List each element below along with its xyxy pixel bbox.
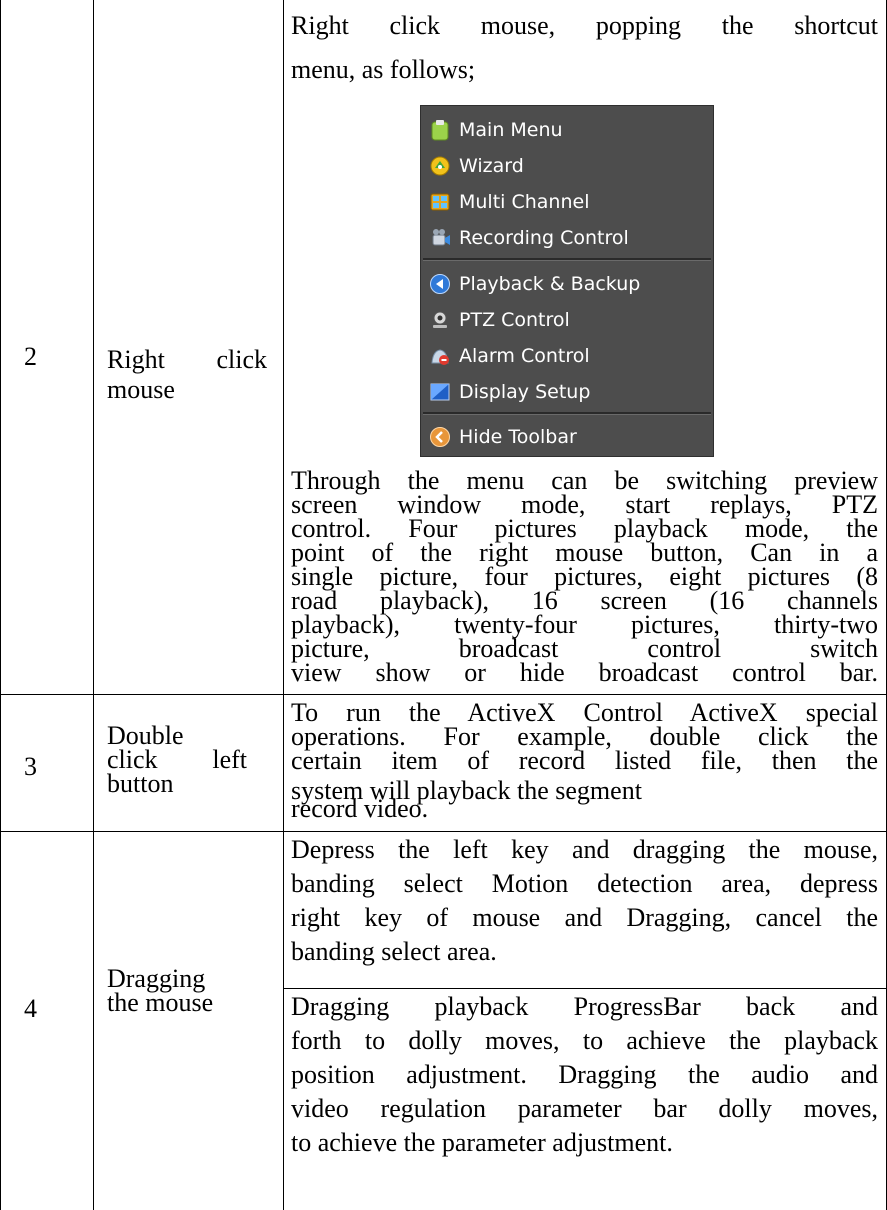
menu-item-label: Wizard (459, 155, 524, 177)
recording-icon (432, 229, 450, 246)
alarm-icon (431, 349, 449, 365)
clipboard-icon (431, 120, 449, 141)
menu-item-label: Recording Control (459, 227, 629, 249)
intro-line: Right click mouse, popping the shortcut (291, 11, 878, 40)
menu-item-alarm-control[interactable]: Alarm Control (429, 338, 709, 374)
menu-item-label: Main Menu (459, 119, 563, 141)
menu-item-main-menu[interactable]: Main Menu (429, 112, 709, 148)
description-line: view show or hide broadcast control bar. (291, 658, 878, 687)
ptz-camera-icon (433, 311, 447, 328)
menu-item-ptz-control[interactable]: PTZ Control (429, 302, 709, 338)
document-page: 2 Right click mouse Right click mouse, p… (0, 0, 887, 1210)
table-col-divider-1 (93, 0, 94, 1210)
table-border-left (0, 0, 1, 1210)
table-col-divider-2 (283, 0, 284, 1210)
cell-divider-4 (283, 988, 887, 989)
description-line: certain item of record listed file, then… (291, 746, 878, 775)
row-number: 3 (24, 752, 37, 781)
description-line: forth to dolly moves, to achieve the pla… (291, 1026, 878, 1055)
hide-toolbar-icon (430, 427, 450, 447)
menu-separator (423, 258, 711, 261)
display-icon (430, 383, 450, 401)
menu-item-playback-backup[interactable]: Playback & Backup (429, 266, 709, 302)
row-divider-2-3 (0, 694, 887, 695)
description-line: Depress the left key and dragging the mo… (291, 835, 878, 864)
menu-item-multi-channel[interactable]: Multi Channel (429, 184, 709, 220)
multi-channel-icon (430, 193, 450, 211)
description-line: record video. (291, 794, 429, 823)
menu-item-label: Playback & Backup (459, 273, 641, 295)
description-line: right key of mouse and Dragging, cancel … (291, 903, 878, 932)
menu-item-label: Display Setup (459, 381, 591, 403)
playback-icon (430, 274, 450, 294)
menu-item-wizard[interactable]: Wizard (429, 148, 709, 184)
row-number: 2 (24, 342, 37, 371)
menu-item-label: Alarm Control (459, 345, 590, 367)
description-line: to achieve the parameter adjustment. (291, 1128, 673, 1157)
description-line: Dragging playback ProgressBar back and (291, 992, 878, 1021)
operation-label-line: the mouse (107, 988, 214, 1017)
menu-item-label: Hide Toolbar (459, 426, 577, 448)
operation-label-line: button (107, 769, 174, 798)
wizard-icon (430, 156, 450, 176)
description-line: banding select area. (291, 937, 497, 966)
menu-item-label: PTZ Control (459, 309, 570, 331)
menu-item-hide-toolbar[interactable]: Hide Toolbar (429, 419, 709, 455)
intro-line: menu, as follows; (291, 55, 476, 84)
context-menu: Main Menu Wizard Multi Channel Recording… (420, 105, 714, 457)
operation-label: Right click mouse (107, 345, 267, 404)
description-line: video regulation parameter bar dolly mov… (291, 1094, 878, 1123)
menu-separator (423, 412, 711, 415)
description-line: position adjustment. Dragging the audio … (291, 1060, 878, 1089)
row-divider-3-4 (0, 831, 887, 832)
menu-item-recording-control[interactable]: Recording Control (429, 220, 709, 256)
row-number: 4 (24, 994, 37, 1023)
description-line: banding select Motion detection area, de… (291, 869, 878, 898)
menu-item-label: Multi Channel (459, 191, 590, 213)
menu-item-display-setup[interactable]: Display Setup (429, 374, 709, 410)
